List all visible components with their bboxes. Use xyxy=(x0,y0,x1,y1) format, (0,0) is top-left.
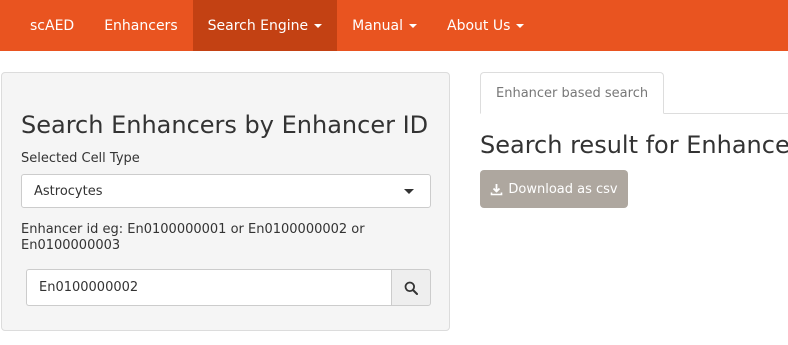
caret-down-icon xyxy=(516,23,525,28)
caret-down-icon xyxy=(314,23,323,28)
cell-type-select[interactable]: Astrocytes xyxy=(21,174,431,208)
enhancer-id-hint: Enhancer id eg: En0100000001 or En010000… xyxy=(21,222,365,253)
search-icon xyxy=(404,281,418,295)
results-title: Search result for Enhancer xyxy=(480,131,788,159)
download-icon xyxy=(491,183,503,195)
nav-item-scaed[interactable]: scAED xyxy=(15,0,89,51)
caret-down-icon xyxy=(409,23,418,28)
nav-label: Manual xyxy=(352,17,404,34)
tab-enhancer-based-search[interactable]: Enhancer based search xyxy=(480,72,665,114)
nav-item-enhancers[interactable]: Enhancers xyxy=(89,0,192,51)
search-panel: Search Enhancers by Enhancer ID Selected… xyxy=(1,72,450,331)
search-group xyxy=(26,269,431,306)
nav-label: Search Engine xyxy=(207,17,309,34)
nav-item-manual[interactable]: Manual xyxy=(337,0,432,51)
cell-type-value: Astrocytes xyxy=(34,183,103,199)
cell-type-label: Selected Cell Type xyxy=(21,151,140,166)
caret-down-icon xyxy=(404,188,414,194)
enhancer-id-input[interactable] xyxy=(26,269,391,306)
results-tabs: Enhancer based search xyxy=(480,72,788,114)
download-label: Download as csv xyxy=(508,181,618,197)
tab-label: Enhancer based search xyxy=(496,85,649,101)
download-csv-button[interactable]: Download as csv xyxy=(480,170,628,208)
nav-item-about-us[interactable]: About Us xyxy=(432,0,539,51)
nav-label: About Us xyxy=(447,17,511,34)
panel-title: Search Enhancers by Enhancer ID xyxy=(21,111,429,139)
nav-item-search-engine[interactable]: Search Engine xyxy=(192,0,338,51)
nav-label: scAED xyxy=(30,17,75,34)
navbar: scAED Enhancers Search Engine Manual Abo… xyxy=(0,0,788,51)
search-button[interactable] xyxy=(391,269,431,306)
nav-label: Enhancers xyxy=(104,17,178,34)
